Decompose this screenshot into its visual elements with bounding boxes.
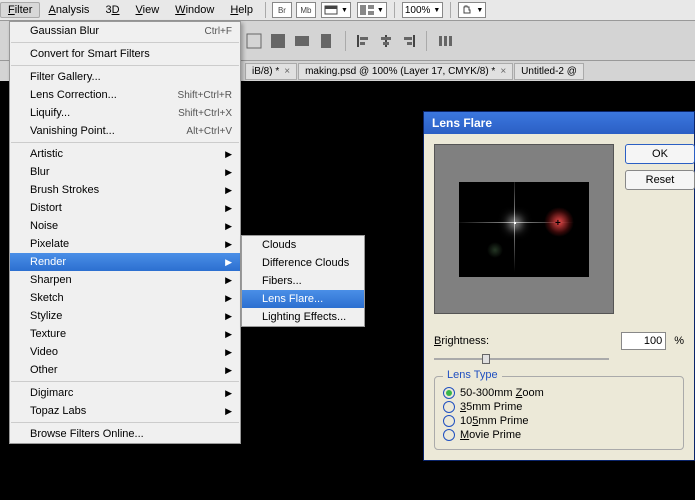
separator [450,2,451,18]
submenu-item-lighting[interactable]: Lighting Effects... [242,308,364,326]
close-icon[interactable]: × [284,66,290,77]
screen-mode-dropdown[interactable]: ▼ [321,2,351,18]
menu-view[interactable]: View [128,2,168,18]
radio-icon [443,401,455,413]
reset-button[interactable]: Reset [625,170,695,190]
minibridge-icon[interactable]: Mb [296,2,316,18]
menu-item-sketch[interactable]: Sketch▶ [10,289,240,307]
menu-analysis[interactable]: Analysis [40,2,97,18]
zoom-dropdown[interactable]: 100% ▼ [402,2,444,18]
menu-item-brush-strokes[interactable]: Brush Strokes▶ [10,181,240,199]
menu-item-lens-correction[interactable]: Lens Correction...Shift+Ctrl+R [10,86,240,104]
submenu-item-lens-flare[interactable]: Lens Flare... [242,290,364,308]
flare-center-crosshair[interactable]: + [555,218,561,229]
menu-item-video[interactable]: Video▶ [10,343,240,361]
radio-icon [443,415,455,427]
menu-item-digimarc[interactable]: Digimarc▶ [10,384,240,402]
tool-icon[interactable] [245,32,263,50]
screenmode-icon [324,5,338,15]
radio-icon [443,429,455,441]
menubar: Filter Analysis 3D View Window Help Br M… [0,0,695,21]
separator [265,2,266,18]
preview-image[interactable]: + [459,182,589,277]
separator [345,31,346,51]
radio-50-300[interactable]: 50-300mm Zoom [443,387,675,399]
tab-label: Untitled-2 @ [521,66,577,77]
menu-item-distort[interactable]: Distort▶ [10,199,240,217]
filter-menu-dropdown: Gaussian BlurCtrl+F Convert for Smart Fi… [9,21,241,444]
brightness-input[interactable] [621,332,666,350]
brightness-label: Brightness: [434,335,489,347]
document-tab[interactable]: making.psd @ 100% (Layer 17, CMYK/8) * × [298,63,513,80]
hand-icon [461,4,473,16]
menu-help[interactable]: Help [222,2,261,18]
menu-item-last-filter[interactable]: Gaussian BlurCtrl+F [10,22,240,40]
menu-item-filter-gallery[interactable]: Filter Gallery... [10,68,240,86]
render-submenu: Clouds Difference Clouds Fibers... Lens … [241,235,365,327]
percent-label: % [674,335,684,347]
document-tab[interactable]: Untitled-2 @ [514,63,584,80]
menu-item-render[interactable]: Render▶ [10,253,240,271]
menu-filter[interactable]: Filter [0,2,40,18]
menu-item-texture[interactable]: Texture▶ [10,325,240,343]
menu-item-browse-online[interactable]: Browse Filters Online... [10,425,240,443]
lens-type-legend: Lens Type [443,369,502,381]
menu-item-vanishing-point[interactable]: Vanishing Point...Alt+Ctrl+V [10,122,240,140]
brightness-slider[interactable] [434,354,609,364]
slider-thumb[interactable] [482,354,490,364]
menu-item-other[interactable]: Other▶ [10,361,240,379]
submenu-item-diff-clouds[interactable]: Difference Clouds [242,254,364,272]
separator [394,2,395,18]
separator [426,31,427,51]
radio-movie[interactable]: Movie Prime [443,429,675,441]
menu-3d[interactable]: 3D [97,2,127,18]
align-icon[interactable] [378,33,394,49]
menu-window[interactable]: Window [167,2,222,18]
radio-icon [443,387,455,399]
lens-type-group: Lens Type 50-300mm Zoom 35mm Prime 105mm… [434,376,684,450]
arrange-dropdown[interactable]: ▼ [357,2,387,18]
tab-label: making.psd @ 100% (Layer 17, CMYK/8) * [305,66,495,77]
menu-item-sharpen[interactable]: Sharpen▶ [10,271,240,289]
dialog-titlebar[interactable]: Lens Flare [424,112,694,134]
align-icon[interactable] [400,33,416,49]
tool-icon[interactable] [293,32,311,50]
lens-flare-dialog: Lens Flare OK Reset + Brightness: % Lens… [423,111,695,461]
zoom-value: 100% [405,5,431,16]
arrange-icon [360,5,374,15]
submenu-item-clouds[interactable]: Clouds [242,236,364,254]
menu-item-smart-filters[interactable]: Convert for Smart Filters [10,45,240,63]
document-tab[interactable]: iB/8) * × [245,63,297,80]
align-icon[interactable] [356,33,372,49]
chevron-down-icon: ▼ [433,7,440,14]
menu-item-pixelate[interactable]: Pixelate▶ [10,235,240,253]
radio-105mm[interactable]: 105mm Prime [443,415,675,427]
slider-track [434,358,609,360]
menu-item-blur[interactable]: Blur▶ [10,163,240,181]
chevron-down-icon: ▼ [341,7,348,14]
distribute-icon[interactable] [437,33,453,49]
tool-icon[interactable] [317,32,335,50]
chevron-down-icon: ▼ [377,7,384,14]
tool-icon[interactable] [269,32,287,50]
close-icon[interactable]: × [500,66,506,77]
tab-label: iB/8) * [252,66,279,77]
menu-item-noise[interactable]: Noise▶ [10,217,240,235]
flare-artifact-icon [487,242,503,258]
menu-item-topaz[interactable]: Topaz Labs▶ [10,402,240,420]
bridge-icon[interactable]: Br [272,2,292,18]
ok-button[interactable]: OK [625,144,695,164]
radio-35mm[interactable]: 35mm Prime [443,401,675,413]
menu-item-liquify[interactable]: Liquify...Shift+Ctrl+X [10,104,240,122]
preview-area[interactable]: + [434,144,614,314]
menu-item-stylize[interactable]: Stylize▶ [10,307,240,325]
submenu-item-fibers[interactable]: Fibers... [242,272,364,290]
hand-tool-dropdown[interactable]: ▼ [458,2,486,18]
menu-item-artistic[interactable]: Artistic▶ [10,145,240,163]
flare-star-icon [514,222,516,224]
chevron-down-icon: ▼ [476,7,483,14]
